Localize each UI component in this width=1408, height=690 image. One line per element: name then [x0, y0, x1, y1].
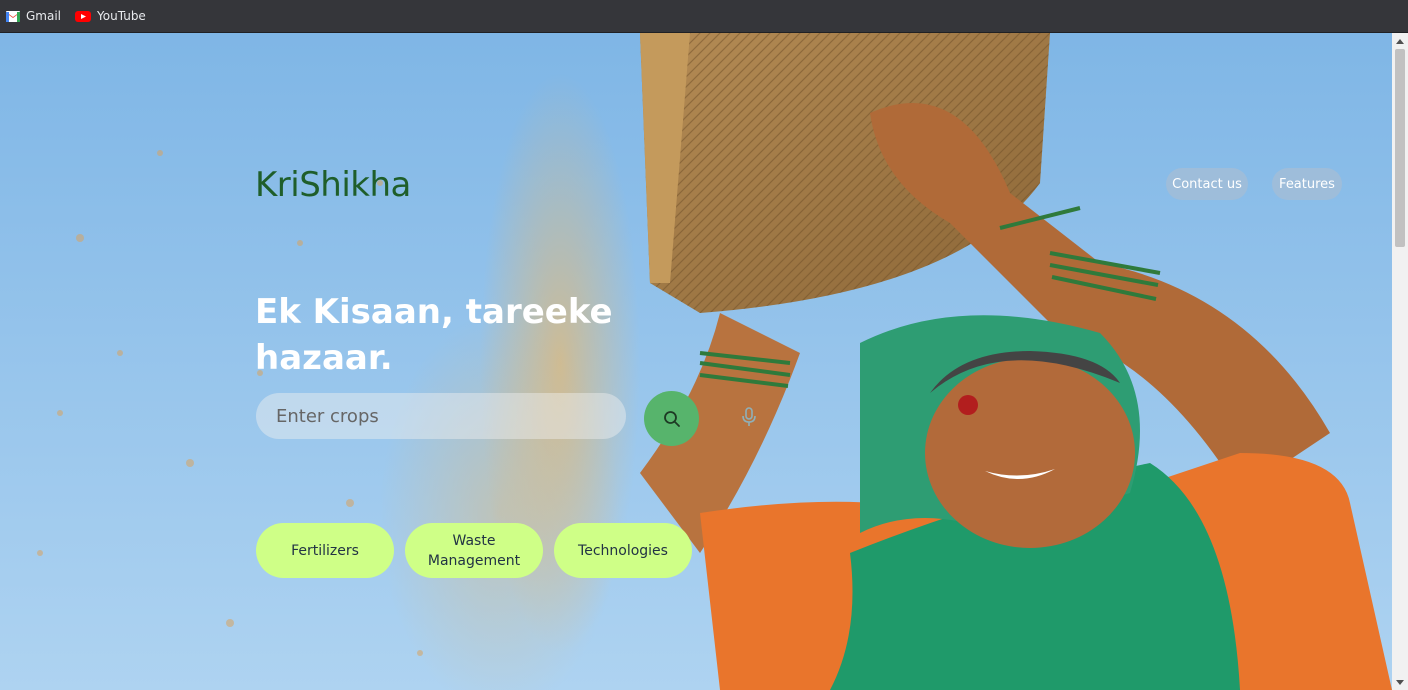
bookmark-label: Gmail — [26, 9, 62, 23]
site-logo[interactable]: KriShikha — [255, 165, 411, 205]
nav-contact-button[interactable]: Contact us — [1166, 168, 1248, 200]
scroll-up-arrow[interactable] — [1392, 33, 1408, 49]
category-fertilizers-button[interactable]: Fertilizers — [256, 523, 394, 578]
search-button[interactable] — [644, 391, 699, 446]
nav-features-button[interactable]: Features — [1272, 168, 1342, 200]
page-viewport: KriShikha Contact us Features Ek Kisaan,… — [0, 33, 1392, 690]
bookmark-gmail[interactable]: Gmail — [6, 4, 69, 28]
crop-search-input[interactable] — [256, 393, 626, 439]
chevron-down-icon — [1396, 679, 1404, 685]
microphone-icon[interactable] — [740, 407, 758, 427]
headline-line-1: Ek Kisaan, tareeke — [255, 292, 613, 332]
bookmark-youtube[interactable]: YouTube — [75, 4, 154, 28]
hero-headline: Ek Kisaan, tareeke hazaar. — [255, 289, 635, 381]
headline-line-2: hazaar. — [255, 338, 393, 378]
bookmark-label: YouTube — [97, 9, 146, 23]
youtube-icon — [75, 10, 92, 22]
chevron-up-icon — [1396, 38, 1404, 44]
scrollbar-thumb[interactable] — [1395, 49, 1405, 247]
search-icon — [663, 410, 680, 427]
category-technologies-button[interactable]: Technologies — [554, 523, 692, 578]
vertical-scrollbar[interactable] — [1392, 33, 1408, 690]
scroll-down-arrow[interactable] — [1392, 674, 1408, 690]
bookmarks-bar: Gmail YouTube — [0, 0, 1408, 33]
gmail-icon — [6, 10, 20, 22]
category-waste-management-button[interactable]: Waste Management — [405, 523, 543, 578]
hero-background-image — [0, 33, 1392, 690]
